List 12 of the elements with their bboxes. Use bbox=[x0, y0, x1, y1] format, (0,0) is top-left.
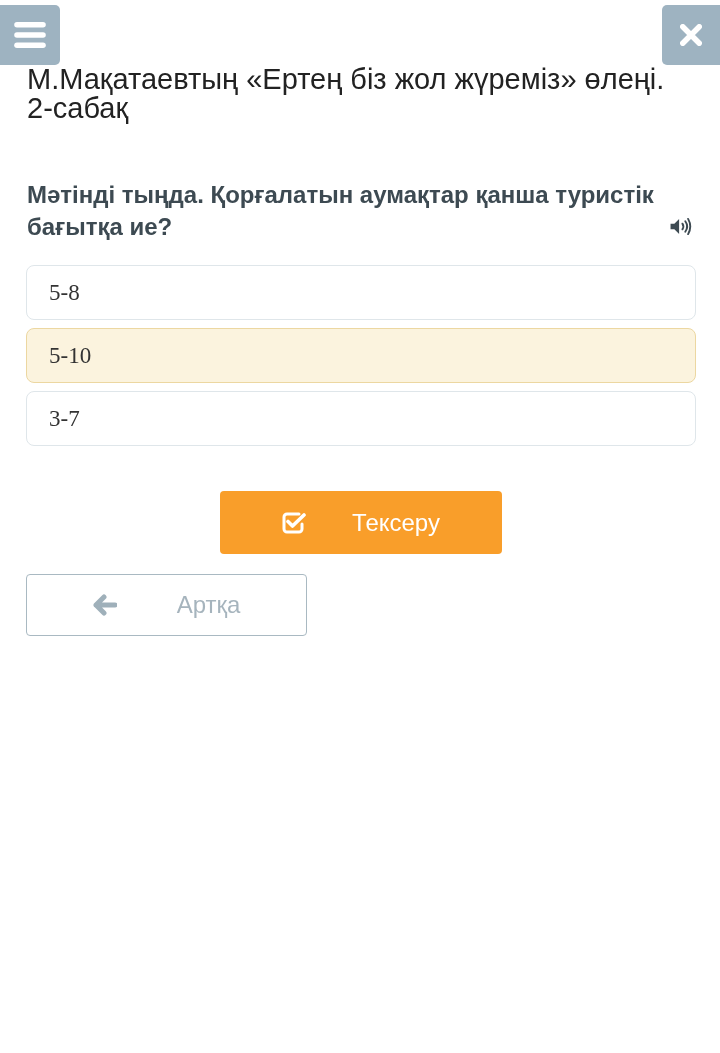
answer-option[interactable]: 5-8 bbox=[26, 265, 696, 320]
menu-icon bbox=[14, 22, 46, 48]
checkbox-icon bbox=[282, 511, 307, 534]
answer-option[interactable]: 5-10 bbox=[26, 328, 696, 383]
question-text: Мәтінді тыңда. Қорғалатын аумақтар қанша туристік бағытқа ие? bbox=[27, 180, 655, 242]
speaker-icon[interactable] bbox=[669, 217, 693, 236]
close-icon bbox=[680, 24, 702, 46]
arrow-left-icon bbox=[92, 594, 117, 616]
answer-option[interactable]: 3-7 bbox=[26, 391, 696, 446]
close-button[interactable] bbox=[662, 5, 720, 65]
lesson-title: М.Мақатаевтың «Ертең біз жол жүреміз» өлеңі. 2-сабақ bbox=[26, 65, 666, 123]
menu-button[interactable] bbox=[0, 5, 60, 65]
